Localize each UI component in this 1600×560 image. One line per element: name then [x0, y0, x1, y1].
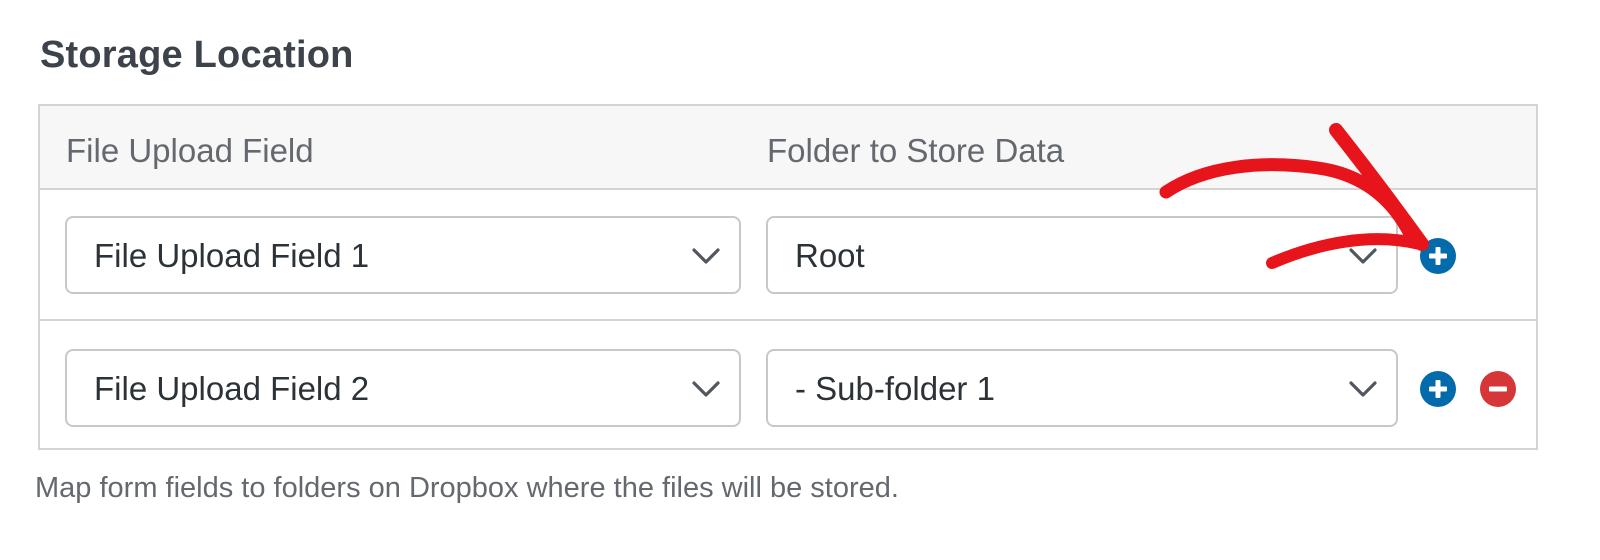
folder-select[interactable]: Root	[766, 216, 1398, 294]
section-title: Storage Location	[40, 34, 354, 76]
add-row-button[interactable]	[1420, 371, 1456, 407]
plus-circle-icon	[1429, 247, 1447, 265]
table-row: File Upload Field 2 - Sub-folder 1	[40, 323, 1536, 454]
field-folder-mapping-table: File Upload Field Folder to Store Data F…	[38, 104, 1538, 450]
select-value: File Upload Field 1	[94, 237, 370, 274]
chevron-down-icon	[692, 381, 720, 397]
add-row-button[interactable]	[1420, 238, 1456, 274]
chevron-down-icon	[692, 248, 720, 264]
select-value: - Sub-folder 1	[795, 370, 995, 407]
storage-location-panel: Storage Location File Upload Field Folde…	[0, 0, 1600, 560]
help-text: Map form fields to folders on Dropbox wh…	[35, 472, 899, 504]
chevron-down-icon	[1349, 381, 1377, 397]
remove-row-button[interactable]	[1480, 371, 1516, 407]
file-upload-field-select[interactable]: File Upload Field 2	[65, 349, 741, 427]
chevron-down-icon	[1349, 248, 1377, 264]
column-header-folder: Folder to Store Data	[767, 132, 1065, 169]
table-row: File Upload Field 1 Root	[40, 190, 1536, 321]
column-header-file-upload-field: File Upload Field	[66, 132, 314, 169]
folder-select[interactable]: - Sub-folder 1	[766, 349, 1398, 427]
select-value: Root	[795, 237, 865, 274]
plus-circle-icon	[1429, 380, 1447, 398]
select-value: File Upload Field 2	[94, 370, 370, 407]
table-header: File Upload Field Folder to Store Data	[40, 106, 1536, 190]
file-upload-field-select[interactable]: File Upload Field 1	[65, 216, 741, 294]
minus-circle-icon	[1489, 386, 1507, 392]
